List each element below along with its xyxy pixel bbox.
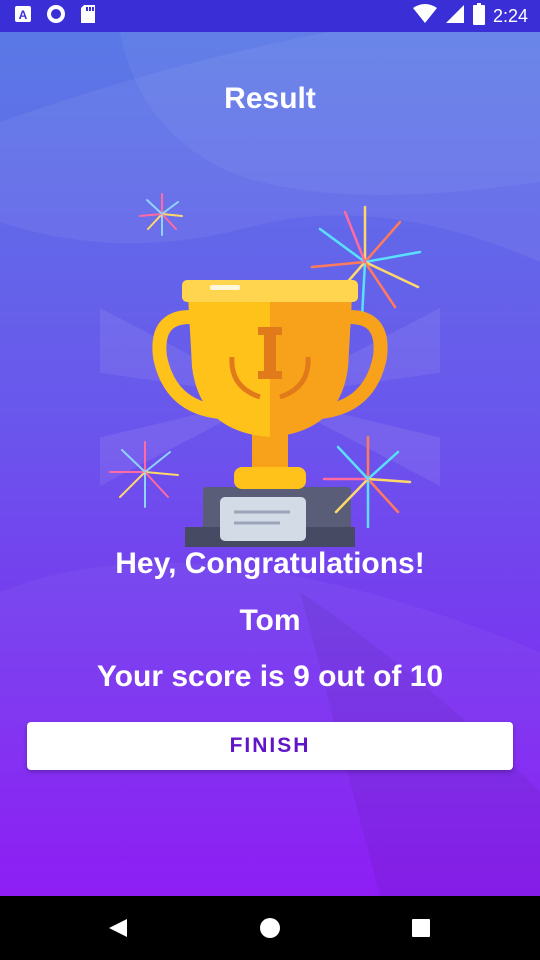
- cellular-signal-icon: [445, 4, 465, 29]
- circle-notification-icon: [46, 4, 66, 29]
- back-icon[interactable]: [102, 912, 134, 944]
- congratulations-text: Hey, Congratulations!: [115, 547, 425, 580]
- page-title: Result: [224, 82, 316, 115]
- status-system: 2:24: [412, 2, 528, 30]
- a-notification-icon: A: [14, 5, 32, 28]
- status-notifications: A: [14, 4, 96, 29]
- user-name: Tom: [239, 604, 301, 637]
- sd-card-icon: [80, 4, 96, 29]
- wifi-icon: [412, 3, 437, 29]
- status-bar: A 2:24: [0, 0, 540, 32]
- score-text: Your score is 9 out of 10: [96, 660, 444, 693]
- trophy-icon: [100, 193, 440, 547]
- finish-button[interactable]: FINISH: [27, 722, 513, 770]
- svg-text:A: A: [19, 8, 28, 22]
- recents-icon[interactable]: [405, 912, 437, 944]
- home-icon[interactable]: [254, 912, 286, 944]
- status-clock: 2:24: [492, 5, 528, 26]
- battery-icon: [472, 2, 485, 30]
- navigation-bar: [0, 896, 540, 960]
- result-screen: Result Hey, Congratulations! Tom Your sc…: [0, 32, 540, 896]
